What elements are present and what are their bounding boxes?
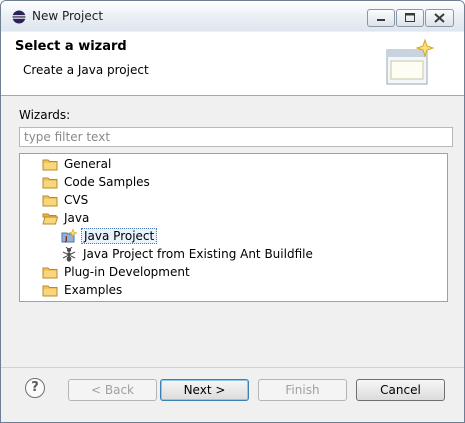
tree-item-label: Code Samples	[64, 175, 150, 189]
wizard-title: Select a wizard	[15, 39, 127, 54]
wizard-description: Create a Java project	[23, 63, 149, 77]
ant-icon	[61, 246, 77, 262]
tree-item-label: Java Project from Existing Ant Buildfile	[83, 247, 313, 261]
folder-icon	[42, 157, 58, 172]
tree-item-label: Java	[64, 211, 90, 225]
footer-divider	[1, 367, 464, 368]
next-button[interactable]: Next >	[160, 379, 249, 401]
maximize-icon	[405, 13, 415, 22]
back-button[interactable]: < Back	[68, 379, 157, 401]
close-button[interactable]	[425, 9, 454, 27]
tree-item-label: General	[64, 157, 112, 171]
svg-text:J: J	[64, 235, 68, 243]
minimize-icon	[377, 19, 385, 21]
title-bar[interactable]: New Project	[1, 1, 464, 31]
wizards-label: Wizards:	[19, 108, 71, 122]
window-title: New Project	[32, 9, 104, 23]
folder-icon	[42, 175, 58, 190]
folder-icon	[42, 265, 58, 280]
tree-item-label: Examples	[64, 283, 123, 297]
finish-button[interactable]: Finish	[258, 379, 347, 401]
new-project-dialog: New Project Select a wizard Create a Jav…	[0, 0, 465, 423]
folder-icon	[42, 193, 58, 208]
wizard-header: Select a wizard Create a Java project	[1, 32, 464, 96]
folder-icon	[42, 283, 58, 298]
minimize-button[interactable]	[367, 9, 395, 27]
help-icon[interactable]: ?	[25, 378, 45, 398]
folder-open-icon	[42, 211, 59, 226]
maximize-button[interactable]	[396, 9, 424, 27]
eclipse-icon	[12, 10, 26, 24]
tree-item-label: Java Project	[81, 228, 158, 244]
close-icon	[434, 13, 445, 23]
java-project-icon: J	[61, 228, 78, 244]
wizard-tree[interactable]: General Code Samples CVS Java J Java Project J…	[19, 153, 448, 302]
tree-item-label: CVS	[64, 193, 89, 207]
filter-input[interactable]	[19, 127, 453, 147]
tree-item-label: Plug-in Development	[64, 265, 190, 279]
cancel-button[interactable]: Cancel	[356, 379, 445, 401]
new-wizard-banner-icon	[386, 38, 435, 85]
